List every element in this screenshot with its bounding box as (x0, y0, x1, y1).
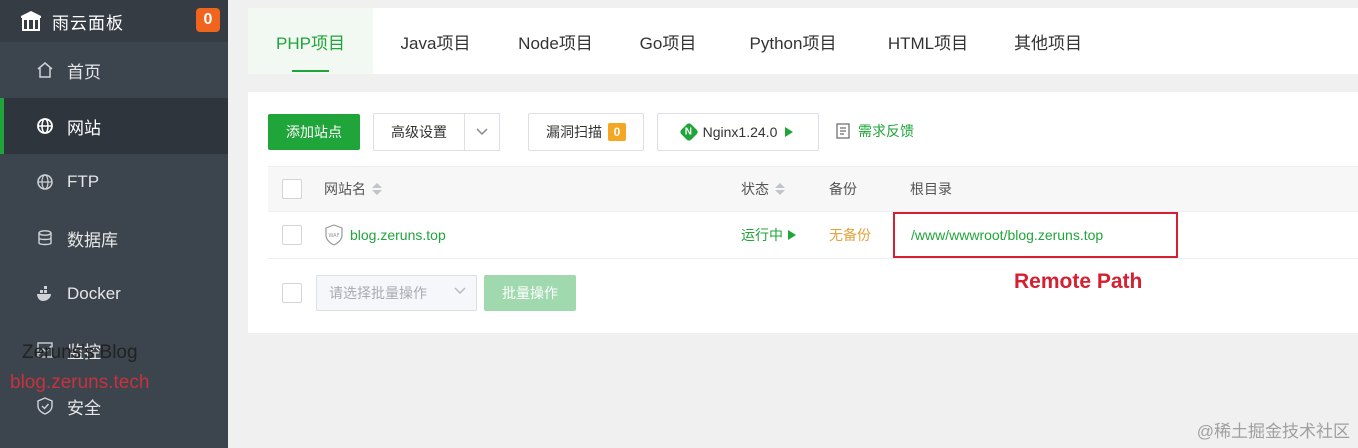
play-icon (785, 127, 794, 137)
notification-badge[interactable]: 0 (196, 8, 220, 32)
site-status[interactable]: 运行中 (741, 225, 797, 245)
site-backup[interactable]: 无备份 (829, 225, 871, 245)
sort-icon (775, 183, 785, 195)
sidebar: 雨云面板 0 首页 网站 FTP 数据库 Docker 监控 安全 (0, 0, 228, 448)
shield-icon (36, 397, 54, 415)
site-name-cell: WAF blog.zeruns.top (324, 224, 446, 246)
corner-watermark: @稀土掘金技术社区 (1196, 422, 1350, 441)
tab-python[interactable]: Python项目 (723, 8, 863, 74)
site-name-link[interactable]: blog.zeruns.top (350, 227, 446, 243)
tab-go[interactable]: Go项目 (613, 8, 723, 74)
docker-icon (36, 285, 54, 303)
tab-html[interactable]: HTML项目 (863, 8, 993, 74)
project-tabs: PHP项目 Java项目 Node项目 Go项目 Python项目 HTML项目… (248, 8, 1358, 74)
brand-header[interactable]: 雨云面板 0 (0, 0, 228, 42)
batch-select-placeholder: 请选择批量操作 (329, 285, 427, 301)
add-site-button[interactable]: 添加站点 (268, 114, 360, 150)
tab-node[interactable]: Node项目 (498, 8, 613, 74)
sidebar-item-monitor[interactable]: 监控 (0, 322, 228, 378)
sidebar-item-label: 网站 (67, 118, 101, 138)
advanced-settings-button[interactable]: 高级设置 (373, 113, 465, 151)
sidebar-item-docker[interactable]: Docker (0, 266, 228, 322)
chevron-down-icon (454, 287, 466, 295)
table-row: WAF blog.zeruns.top 运行中 无备份 /www/wwwroot… (268, 212, 1358, 259)
sidebar-item-website[interactable]: 网站 (0, 98, 228, 154)
database-icon (36, 229, 54, 247)
sort-icon (372, 183, 382, 195)
nginx-version: Nginx1.24.0 (702, 124, 778, 140)
row-checkbox[interactable] (282, 225, 302, 245)
header-site-name[interactable]: 网站名 (324, 179, 382, 199)
vuln-scan-button[interactable]: 漏洞扫描 0 (528, 113, 644, 151)
nginx-icon: N (678, 122, 699, 142)
panel-logo-icon (21, 11, 41, 31)
tab-other[interactable]: 其他项目 (993, 8, 1103, 74)
header-backup: 备份 (829, 181, 857, 197)
site-status-label: 运行中 (741, 227, 783, 243)
sidebar-item-label: 数据库 (67, 230, 118, 250)
header-status[interactable]: 状态 (741, 179, 785, 199)
tab-php[interactable]: PHP项目 (248, 8, 373, 74)
monitor-icon (36, 341, 54, 359)
header-status-label: 状态 (741, 181, 769, 197)
waf-shield-icon: WAF (325, 224, 343, 246)
table-header: 网站名 状态 备份 根目录 (268, 167, 1358, 212)
batch-action-button[interactable]: 批量操作 (484, 275, 576, 311)
ftp-globe-icon (36, 173, 54, 191)
brand-name: 雨云面板 (52, 13, 124, 33)
sidebar-item-label: Docker (67, 284, 121, 303)
batch-actions: 请选择批量操作 批量操作 (268, 274, 668, 312)
header-site-name-label: 网站名 (324, 181, 366, 197)
feedback-icon (836, 123, 850, 139)
remote-path-highlight (893, 212, 1178, 258)
sidebar-item-home[interactable]: 首页 (0, 42, 228, 98)
select-all-checkbox[interactable] (282, 179, 302, 199)
remote-path-annotation: Remote Path (1014, 270, 1143, 293)
sites-panel: 添加站点 高级设置 漏洞扫描 0 N Nginx1.24.0 需求反馈 网站名 … (248, 92, 1358, 333)
sidebar-item-ftp[interactable]: FTP (0, 154, 228, 210)
sidebar-item-label: 首页 (67, 62, 101, 82)
batch-checkbox[interactable] (282, 283, 302, 303)
vuln-scan-label: 漏洞扫描 (546, 124, 602, 140)
advanced-settings-dropdown[interactable] (464, 113, 500, 151)
sites-table: 网站名 状态 备份 根目录 WAF blog.zeruns.top 运行中 无备… (268, 166, 1358, 259)
tab-java[interactable]: Java项目 (373, 8, 498, 74)
batch-select[interactable]: 请选择批量操作 (316, 275, 477, 311)
play-icon (788, 230, 796, 240)
sidebar-item-label: 安全 (67, 398, 101, 418)
svg-text:WAF: WAF (329, 233, 340, 239)
feedback-label: 需求反馈 (858, 123, 914, 139)
vuln-count-badge: 0 (608, 123, 626, 141)
globe-icon (36, 117, 54, 135)
sidebar-item-label: 监控 (67, 342, 101, 362)
nginx-button[interactable]: N Nginx1.24.0 (657, 113, 819, 151)
chevron-down-icon (476, 128, 488, 136)
sidebar-item-security[interactable]: 安全 (0, 378, 228, 434)
sidebar-item-label: FTP (67, 172, 100, 191)
sidebar-item-database[interactable]: 数据库 (0, 210, 228, 266)
header-root-dir: 根目录 (910, 181, 952, 197)
feedback-link[interactable]: 需求反馈 (835, 122, 914, 140)
home-icon (36, 61, 54, 79)
